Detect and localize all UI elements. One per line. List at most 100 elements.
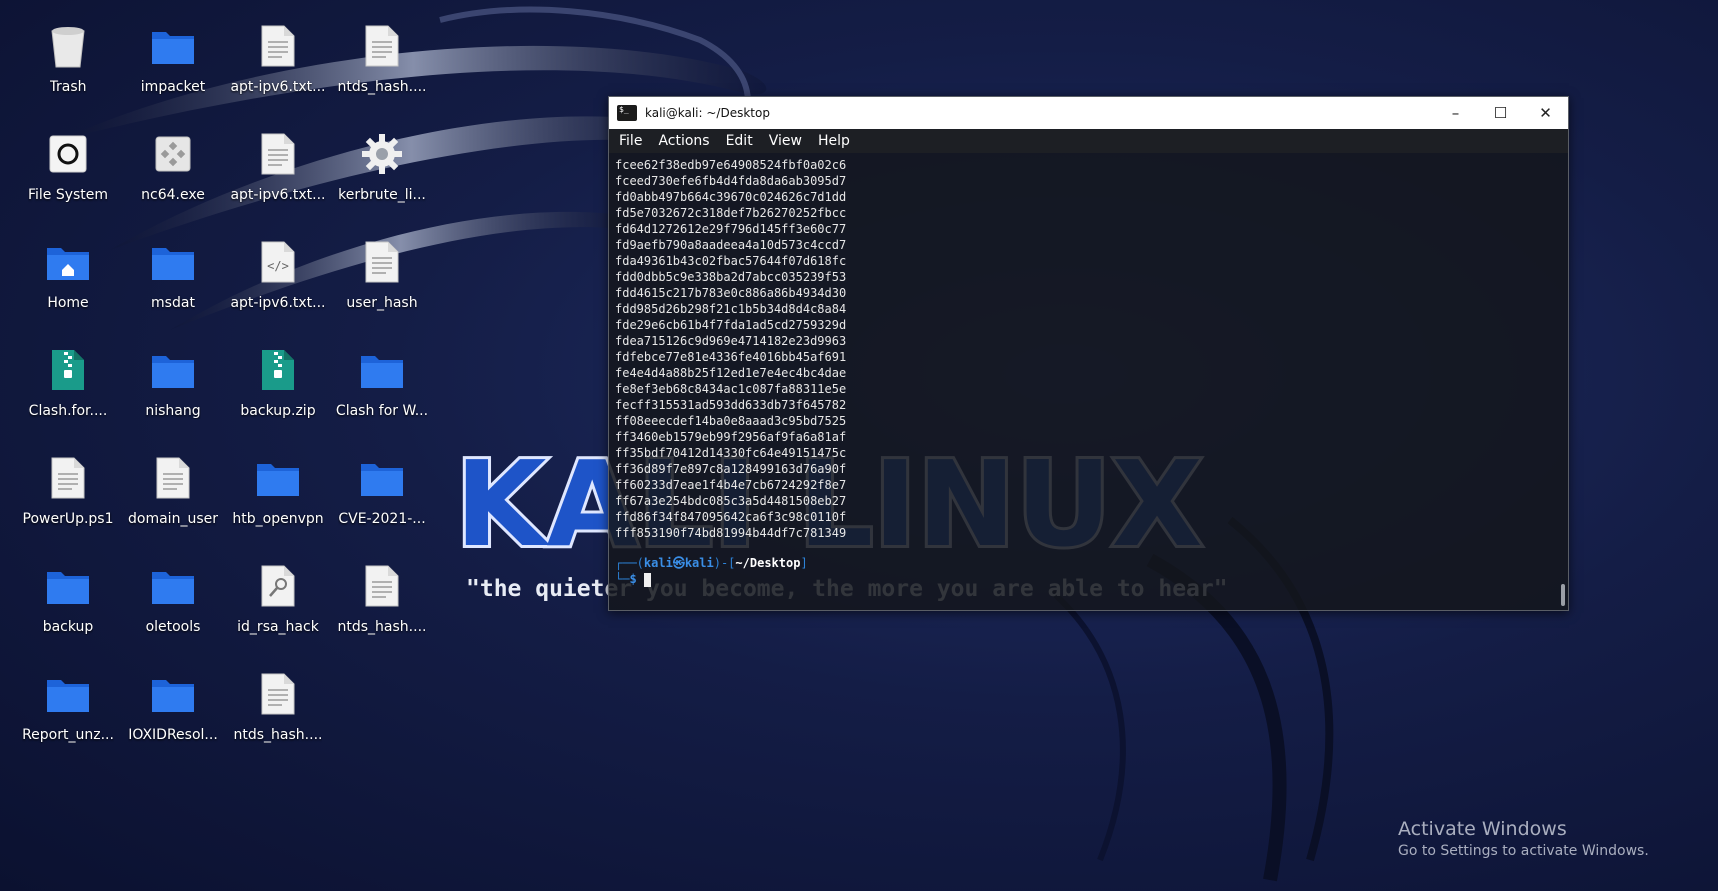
- folder-icon: [145, 558, 201, 614]
- desktop-icon-label: Clash.for....: [28, 403, 108, 419]
- folder-icon: [40, 558, 96, 614]
- desktop-icon-label: ntds_hash....: [233, 727, 323, 743]
- svg-text:</>: </>: [267, 259, 289, 273]
- desktop-icon[interactable]: Trash: [16, 18, 120, 118]
- desktop-icon-label: domain_user: [128, 511, 218, 527]
- text-file-icon: [354, 234, 410, 290]
- menu-file[interactable]: File: [619, 133, 642, 149]
- zip-icon: [40, 342, 96, 398]
- prompt-symbol: $: [629, 572, 637, 586]
- desktop-icon-label: kerbrute_li...: [338, 187, 426, 203]
- output-line: fdfebce77e81e4336fe4016bb45af691: [615, 350, 847, 364]
- desktop-icon-label: CVE-2021-...: [338, 511, 426, 527]
- menu-help[interactable]: Help: [818, 133, 850, 149]
- desktop-icon[interactable]: ntds_hash....: [330, 558, 434, 658]
- desktop-icon[interactable]: id_rsa_hack: [226, 558, 330, 658]
- desktop-icon[interactable]: nc64.exe: [121, 126, 225, 226]
- text-file-icon: [145, 450, 201, 506]
- output-lines: fcee62f38edb97e64908524fbf0a02c6 fceed730…: [615, 157, 1562, 541]
- desktop-icon[interactable]: Home: [16, 234, 120, 334]
- desktop-icon[interactable]: IOXIDResol...: [121, 666, 225, 766]
- prompt-user: kali: [643, 556, 673, 570]
- terminal-titlebar[interactable]: $_ kali@kali: ~/Desktop – ☐ ✕: [609, 97, 1568, 129]
- output-line: ffd86f34f847095642ca6f3c98c0110f: [615, 510, 847, 524]
- watermark-subtitle: Go to Settings to activate Windows.: [1398, 843, 1649, 859]
- drive-icon: [40, 126, 96, 182]
- menu-edit[interactable]: Edit: [726, 133, 753, 149]
- terminal-menubar: File Actions Edit View Help: [609, 129, 1568, 153]
- output-line: fd9aefb790a8aadeea4a10d573c4ccd7: [615, 238, 847, 252]
- desktop-icon[interactable]: CVE-2021-...: [330, 450, 434, 550]
- folder-icon: [145, 234, 201, 290]
- output-line: fde29e6cb61b4f7fda1ad5cd2759329d: [615, 318, 847, 332]
- output-line: fe4e4d4a88b25f12ed1e7e4ec4bc4dae: [615, 366, 847, 380]
- desktop-icon-label: Report_unz...: [22, 727, 114, 743]
- output-line: fda49361b43c02fbac57644f07d618fc: [615, 254, 847, 268]
- desktop-icon[interactable]: File System: [16, 126, 120, 226]
- terminal-window[interactable]: $_ kali@kali: ~/Desktop – ☐ ✕ File Actio…: [608, 96, 1569, 611]
- desktop-icon[interactable]: Report_unz...: [16, 666, 120, 766]
- output-line: ff67a3e254bdc085c3a5d4481508eb27: [615, 494, 847, 508]
- desktop-icon-label: ntds_hash....: [337, 619, 427, 635]
- desktop-icon[interactable]: </> apt-ipv6.txt...: [226, 234, 330, 334]
- desktop-icon[interactable]: backup.zip: [226, 342, 330, 442]
- desktop-icon[interactable]: Clash.for....: [16, 342, 120, 442]
- executable-icon: [145, 126, 201, 182]
- desktop-icon[interactable]: kerbrute_li...: [330, 126, 434, 226]
- desktop-icon[interactable]: PowerUp.ps1: [16, 450, 120, 550]
- window-title: kali@kali: ~/Desktop: [645, 106, 770, 120]
- output-line: fd5e7032672c318def7b26270252fbcc: [615, 206, 847, 220]
- desktop-icon-label: oletools: [145, 619, 201, 635]
- desktop-icon[interactable]: ntds_hash....: [226, 666, 330, 766]
- desktop-icon-label: nishang: [145, 403, 201, 419]
- menu-view[interactable]: View: [769, 133, 802, 149]
- desktop-icon-label: nc64.exe: [141, 187, 205, 203]
- desktop-icon-label: Home: [47, 295, 89, 311]
- text-cursor: [643, 572, 651, 587]
- prompt-line-1: ┌──(kali㉿kali)-[~/Desktop]: [615, 556, 808, 570]
- output-line: ff36d89f7e897c8a128499163d76a90f: [615, 462, 847, 476]
- maximize-button[interactable]: ☐: [1478, 97, 1523, 129]
- desktop-icon[interactable]: domain_user: [121, 450, 225, 550]
- desktop-icon-label: apt-ipv6.txt...: [230, 187, 326, 203]
- desktop-icon-label: htb_openvpn: [232, 511, 324, 527]
- gear-icon: [354, 126, 410, 182]
- menu-actions[interactable]: Actions: [658, 133, 709, 149]
- folder-icon: [354, 450, 410, 506]
- desktop-icon[interactable]: backup: [16, 558, 120, 658]
- desktop-icon[interactable]: impacket: [121, 18, 225, 118]
- desktop-icon-label: Clash for W...: [335, 403, 429, 419]
- desktop-icon[interactable]: ntds_hash....: [330, 18, 434, 118]
- output-line: fcee62f38edb97e64908524fbf0a02c6: [615, 158, 847, 172]
- text-file-icon: [40, 450, 96, 506]
- output-line: fecff315531ad593dd633db73f645782: [615, 398, 847, 412]
- code-file-icon: </>: [250, 234, 306, 290]
- terminal-icon: $_: [617, 105, 637, 121]
- prompt-line-2: └─$: [615, 571, 1562, 587]
- desktop-icon[interactable]: htb_openvpn: [226, 450, 330, 550]
- desktop-icon-label: PowerUp.ps1: [22, 511, 114, 527]
- folder-icon: [250, 450, 306, 506]
- desktop-icon[interactable]: nishang: [121, 342, 225, 442]
- desktop-icon[interactable]: apt-ipv6.txt...: [226, 18, 330, 118]
- terminal-output[interactable]: fcee62f38edb97e64908524fbf0a02c6 fceed730…: [609, 153, 1568, 610]
- text-file-icon: [354, 558, 410, 614]
- activate-windows-watermark: Activate Windows Go to Settings to activ…: [1398, 818, 1649, 859]
- desktop-icon-label: msdat: [151, 295, 195, 311]
- close-button[interactable]: ✕: [1523, 97, 1568, 129]
- desktop-icon[interactable]: user_hash: [330, 234, 434, 334]
- desktop-icon[interactable]: Clash for W...: [330, 342, 434, 442]
- text-file-icon: [250, 666, 306, 722]
- minimize-button[interactable]: –: [1433, 97, 1478, 129]
- output-line: ff3460eb1579eb99f2956af9fa6a81af: [615, 430, 847, 444]
- desktop-icon-label: user_hash: [346, 295, 418, 311]
- desktop-icon[interactable]: apt-ipv6.txt...: [226, 126, 330, 226]
- desktop-icon[interactable]: oletools: [121, 558, 225, 658]
- desktop-icon[interactable]: msdat: [121, 234, 225, 334]
- desktop-icon-label: File System: [27, 187, 109, 203]
- output-line: fdd0dbb5c9e338ba2d7abcc035239f53: [615, 270, 847, 284]
- output-line: fceed730efe6fb4d4fda8da6ab3095d7: [615, 174, 847, 188]
- scrollbar-thumb[interactable]: [1561, 584, 1565, 606]
- watermark-title: Activate Windows: [1398, 818, 1567, 840]
- output-line: ff60233d7eae1f4b4e7cb6724292f8e7: [615, 478, 847, 492]
